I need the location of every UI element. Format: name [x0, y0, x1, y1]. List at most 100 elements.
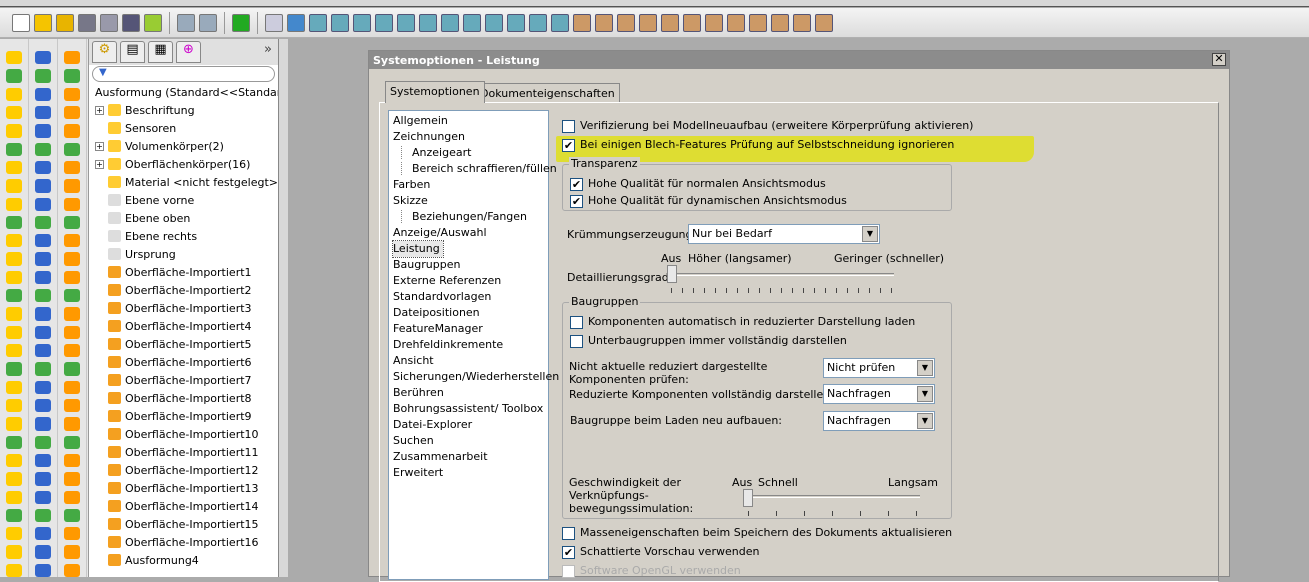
command-icon[interactable]	[6, 124, 22, 138]
command-icon[interactable]	[6, 490, 22, 504]
zoom-to-fit-icon[interactable]	[100, 13, 118, 32]
command-icon[interactable]	[35, 270, 51, 285]
tree-item[interactable]: Oberfläche-Importiert5	[89, 335, 278, 353]
command-icon[interactable]	[35, 289, 51, 303]
command-icon[interactable]	[6, 472, 22, 486]
command-icon[interactable]	[6, 69, 22, 83]
command-icon[interactable]	[64, 472, 80, 486]
command-icon[interactable]	[6, 87, 22, 101]
command-icon[interactable]	[6, 252, 22, 266]
command-icon[interactable]	[6, 215, 22, 230]
command-icon[interactable]	[64, 490, 80, 504]
category-item[interactable]: Zusammenarbeit	[393, 449, 544, 465]
command-icon[interactable]	[64, 453, 80, 468]
command-icon[interactable]	[6, 289, 22, 303]
command-icon[interactable]	[6, 545, 22, 559]
update-mass-properties[interactable]: Masseneigenschaften beim Speichern des D…	[562, 526, 952, 540]
command-icon[interactable]	[35, 160, 51, 175]
tree-item[interactable]: Oberfläche-Importiert2	[89, 281, 278, 299]
verify-rebuild[interactable]: Verifizierung bei Modellneuaufbau (erwei…	[562, 119, 973, 133]
tree-item[interactable]: Ausformung4	[89, 551, 278, 569]
command-icon[interactable]	[6, 325, 22, 339]
feature-manager-tab-icon[interactable]: ⚙	[92, 41, 117, 63]
command-icon[interactable]	[64, 51, 80, 65]
command-icon[interactable]	[64, 270, 80, 285]
undo-icon[interactable]	[177, 13, 195, 32]
command-icon[interactable]	[6, 160, 22, 175]
category-item[interactable]: Allgemein	[393, 113, 544, 129]
tree-item[interactable]: Sensoren	[89, 119, 278, 137]
tree-item[interactable]: Oberfläche-Importiert3	[89, 299, 278, 317]
category-item[interactable]: Ansicht	[393, 353, 544, 369]
panel-splitter[interactable]	[278, 39, 288, 577]
category-item[interactable]: Bohrungsassistent/ Toolbox	[393, 401, 544, 417]
command-icon[interactable]	[6, 380, 22, 394]
command-icon[interactable]	[35, 563, 51, 578]
command-icon[interactable]	[35, 398, 51, 413]
view-tool-icon[interactable]	[551, 13, 569, 32]
command-icon[interactable]	[6, 435, 22, 449]
view-tool-icon[interactable]	[683, 13, 701, 32]
software-opengl[interactable]: Software OpenGL verwenden	[562, 564, 741, 578]
command-icon[interactable]	[35, 380, 51, 394]
command-icon[interactable]	[64, 398, 80, 413]
command-icon[interactable]	[6, 417, 22, 431]
tab-systemoptionen[interactable]: Systemoptionen	[385, 81, 485, 103]
category-item[interactable]: Leistung	[392, 240, 544, 258]
expand-icon[interactable]: +	[95, 105, 104, 115]
command-icon[interactable]	[6, 563, 22, 578]
curvature-select[interactable]: Nur bei Bedarf ▼	[688, 224, 880, 244]
command-icon[interactable]	[35, 527, 51, 541]
category-item[interactable]: Berühren	[393, 385, 544, 401]
dropdown-arrow-icon[interactable]: ▼	[862, 226, 878, 242]
detail-slider-track[interactable]	[670, 273, 894, 276]
tree-item[interactable]: Oberfläche-Importiert6	[89, 353, 278, 371]
command-icon[interactable]	[6, 197, 22, 211]
command-icon[interactable]	[6, 270, 22, 285]
view-tool-icon[interactable]	[705, 13, 723, 32]
auto-lightweight-checkbox[interactable]	[570, 315, 583, 329]
hq-normal[interactable]: ✔ Hohe Qualität für normalen Ansichtsmodu…	[570, 177, 826, 191]
redo-icon[interactable]	[199, 13, 217, 32]
view-tool-icon[interactable]	[463, 13, 481, 32]
tree-item[interactable]: Oberfläche-Importiert15	[89, 515, 278, 533]
category-item[interactable]: Skizze	[393, 193, 544, 209]
view-tool-icon[interactable]	[793, 13, 811, 32]
options-icon[interactable]	[144, 13, 162, 32]
command-icon[interactable]	[35, 453, 51, 468]
tree-item[interactable]: Oberfläche-Importiert11	[89, 443, 278, 461]
expand-chevron-icon[interactable]: »	[264, 42, 272, 57]
command-icon[interactable]	[35, 252, 51, 266]
command-icon[interactable]	[35, 508, 51, 523]
dropdown-arrow-icon[interactable]: ▼	[917, 360, 933, 376]
verify-rebuild-checkbox[interactable]	[562, 119, 575, 133]
view-tool-icon[interactable]	[595, 13, 613, 32]
hq-dynamic-checkbox[interactable]: ✔	[570, 194, 583, 208]
command-icon[interactable]	[6, 398, 22, 413]
resolve-select[interactable]: Nachfragen ▼	[823, 384, 935, 404]
command-icon[interactable]	[64, 252, 80, 266]
filter-input[interactable]: ▼	[92, 66, 275, 82]
view-tool-icon[interactable]	[771, 13, 789, 32]
tree-item[interactable]: Oberfläche-Importiert4	[89, 317, 278, 335]
expand-icon[interactable]: +	[95, 141, 104, 151]
tree-item[interactable]: Ausformung (Standard<<Standar	[89, 83, 281, 101]
command-icon[interactable]	[35, 215, 51, 230]
command-icon[interactable]	[64, 344, 80, 358]
command-icon[interactable]	[64, 380, 80, 394]
tree-item[interactable]: Oberfläche-Importiert10	[89, 425, 278, 443]
command-icon[interactable]	[35, 51, 51, 65]
category-item[interactable]: Suchen	[393, 433, 544, 449]
tree-item[interactable]: Ebene oben	[89, 209, 278, 227]
command-icon[interactable]	[64, 234, 80, 248]
expand-icon[interactable]: +	[95, 159, 104, 169]
tree-item[interactable]: Oberfläche-Importiert16	[89, 533, 278, 551]
command-icon[interactable]	[6, 362, 22, 376]
hq-dynamic[interactable]: ✔ Hohe Qualität für dynamischen Ansichtsm…	[570, 194, 847, 208]
command-icon[interactable]	[64, 215, 80, 230]
tree-item[interactable]: Ursprung	[89, 245, 278, 263]
command-icon[interactable]	[35, 417, 51, 431]
view-tool-icon[interactable]	[441, 13, 459, 32]
update-mass-properties-checkbox[interactable]	[562, 526, 575, 540]
category-item[interactable]: Farben	[393, 177, 544, 193]
